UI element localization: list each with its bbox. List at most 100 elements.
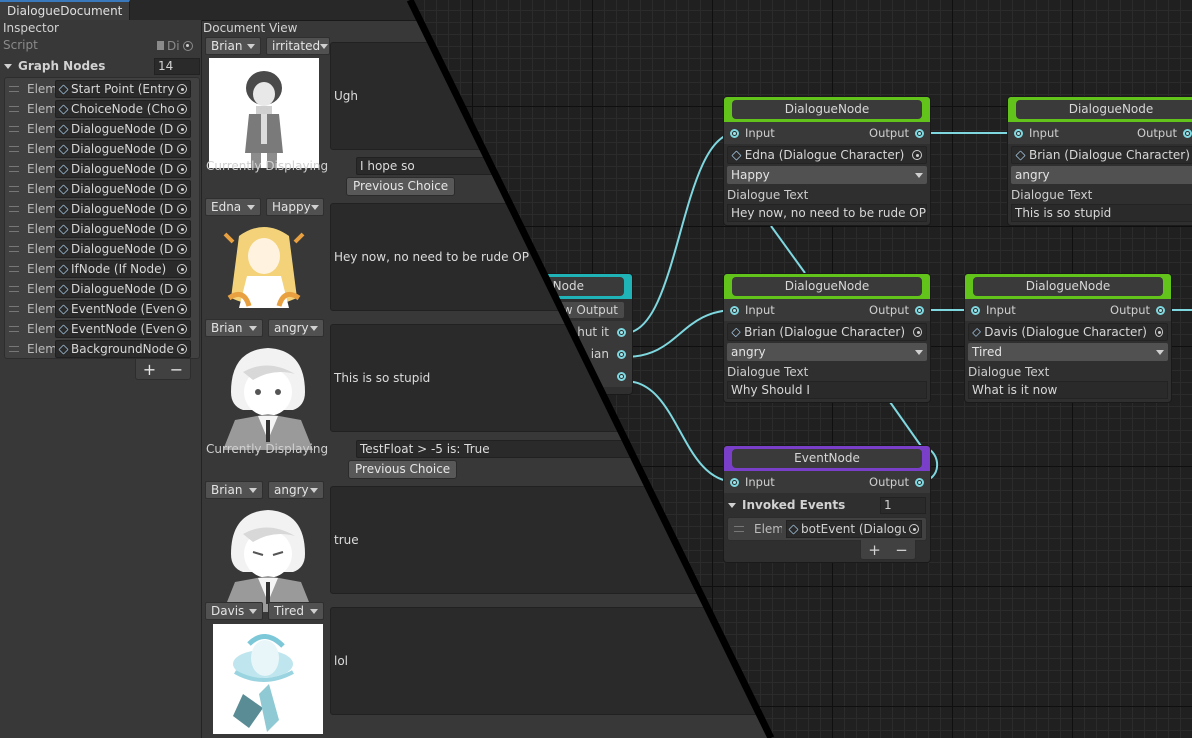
node-object-field[interactable]: ChoiceNode (Cho — [55, 100, 191, 118]
node-object-field[interactable]: DialogueNode (Di — [55, 220, 191, 238]
character-field[interactable]: Brian (Dialogue Character) — [1011, 146, 1192, 164]
object-picker-icon[interactable] — [177, 344, 187, 354]
drag-handle-icon[interactable] — [9, 166, 19, 172]
add-element-button[interactable]: + — [143, 360, 156, 379]
node-object-field[interactable]: DialogueNode (Di — [55, 200, 191, 218]
node-object-field[interactable]: BackgroundNode — [55, 340, 191, 358]
character-dropdown[interactable]: Davis — [205, 602, 263, 620]
drag-handle-icon[interactable] — [9, 86, 19, 92]
node-object-field[interactable]: DialogueNode (Di — [55, 180, 191, 198]
graph-nodes-header[interactable]: Graph Nodes 14 — [4, 57, 200, 75]
character-dropdown[interactable]: Brian — [205, 319, 263, 337]
mood-dropdown[interactable]: angry — [727, 343, 927, 361]
invoked-events-count[interactable]: 1 — [880, 496, 926, 514]
choice-new-output-button[interactable]: w Output — [556, 302, 624, 318]
character-field[interactable]: Brian (Dialogue Character) — [727, 323, 927, 341]
previous-choice-button[interactable]: Previous Choice — [346, 177, 456, 196]
script-field[interactable]: Di — [157, 37, 199, 54]
character-dropdown[interactable]: Edna — [205, 198, 261, 216]
dialogue-node-brian-top[interactable]: DialogueNode Input Output Brian (Dialogu… — [1008, 97, 1192, 225]
drag-handle-icon[interactable] — [9, 186, 19, 192]
choice-output-port[interactable] — [617, 371, 626, 381]
input-port[interactable] — [730, 477, 739, 487]
output-port[interactable] — [1183, 128, 1192, 138]
drag-handle-icon[interactable] — [9, 146, 19, 152]
mood-dropdown[interactable]: angry — [268, 481, 324, 499]
character-field[interactable]: Davis (Dialogue Character) — [968, 323, 1168, 341]
object-picker-icon[interactable] — [177, 284, 187, 294]
dialogue-node-davis[interactable]: DialogueNode Input Output Davis (Dialogu… — [965, 274, 1171, 402]
drag-handle-icon[interactable] — [9, 126, 19, 132]
choice-output-port[interactable] — [617, 327, 626, 337]
mood-dropdown[interactable]: angry — [268, 319, 324, 337]
drag-handle-icon[interactable] — [9, 206, 19, 212]
input-port[interactable] — [730, 128, 739, 138]
foldout-arrow-icon[interactable] — [728, 502, 736, 508]
object-picker-icon[interactable] — [909, 524, 919, 534]
drag-handle-icon[interactable] — [9, 346, 19, 352]
node-object-field[interactable]: DialogueNode (Di — [55, 240, 191, 258]
drag-handle-icon[interactable] — [734, 526, 744, 532]
object-picker-icon[interactable] — [177, 184, 187, 194]
object-picker-icon[interactable] — [177, 84, 187, 94]
output-port[interactable] — [915, 128, 924, 138]
drag-handle-icon[interactable] — [9, 246, 19, 252]
mood-dropdown[interactable]: Tired — [268, 602, 324, 620]
drag-handle-icon[interactable] — [9, 106, 19, 112]
node-object-field[interactable]: EventNode (Event — [55, 300, 191, 318]
object-picker-icon[interactable] — [1154, 327, 1163, 337]
character-dropdown[interactable]: Brian — [205, 481, 263, 499]
output-port[interactable] — [915, 477, 924, 487]
drag-handle-icon[interactable] — [9, 266, 19, 272]
drag-handle-icon[interactable] — [9, 226, 19, 232]
object-picker-icon[interactable] — [913, 327, 922, 337]
character-dropdown[interactable]: Brian — [205, 37, 261, 55]
remove-element-button[interactable]: − — [170, 360, 183, 379]
output-port[interactable] — [915, 305, 924, 315]
object-picker-icon[interactable] — [177, 264, 187, 274]
object-picker-icon[interactable] — [177, 204, 187, 214]
dialogue-text-input[interactable]: Hey now, no need to be rude OP — [727, 204, 927, 222]
dialogue-text-input[interactable]: Why Should I — [727, 381, 927, 399]
node-object-field[interactable]: DialogueNode (Di — [55, 120, 191, 138]
output-port[interactable] — [1156, 305, 1165, 315]
drag-handle-icon[interactable] — [9, 286, 19, 292]
remove-event-button[interactable]: − — [895, 541, 908, 559]
mood-dropdown[interactable]: Tired — [968, 343, 1168, 361]
object-picker-icon[interactable] — [177, 304, 187, 314]
invoked-events-header[interactable]: Invoked Events 1 — [724, 493, 930, 517]
event-node[interactable]: EventNode Input Output Invoked Events 1 … — [724, 446, 930, 562]
graph-nodes-count[interactable]: 14 — [154, 57, 200, 75]
mood-dropdown[interactable]: angry — [1011, 166, 1192, 184]
add-event-button[interactable]: + — [868, 541, 881, 559]
choice-output-port[interactable] — [617, 349, 626, 359]
dialogue-text-input[interactable]: What is it now — [968, 381, 1168, 399]
object-picker-icon[interactable] — [182, 40, 193, 51]
input-port[interactable] — [1014, 128, 1023, 138]
mood-dropdown[interactable]: Happy — [266, 198, 324, 216]
object-picker-icon[interactable] — [177, 104, 187, 114]
node-object-field[interactable]: DialogueNode (Di — [55, 160, 191, 178]
object-picker-icon[interactable] — [912, 150, 922, 160]
dialogue-text-input[interactable]: This is so stupid — [1011, 204, 1192, 222]
input-port[interactable] — [971, 305, 980, 315]
previous-choice-button[interactable]: Previous Choice — [348, 460, 458, 479]
mood-dropdown[interactable]: Happy — [727, 166, 927, 184]
object-picker-icon[interactable] — [177, 164, 187, 174]
object-picker-icon[interactable] — [177, 244, 187, 254]
window-tab-dialogue-document[interactable]: DialogueDocument — [0, 0, 130, 21]
node-object-field[interactable]: EventNode (Event — [55, 320, 191, 338]
node-object-field[interactable]: DialogueNode (Di — [55, 280, 191, 298]
node-object-field[interactable]: DialogueNode (Di — [55, 140, 191, 158]
object-picker-icon[interactable] — [177, 144, 187, 154]
object-picker-icon[interactable] — [177, 124, 187, 134]
dialogue-node-edna[interactable]: DialogueNode Input Output Edna (Dialogue… — [724, 97, 930, 225]
object-picker-icon[interactable] — [177, 324, 187, 334]
mood-dropdown[interactable]: irritated — [266, 37, 330, 55]
drag-handle-icon[interactable] — [9, 326, 19, 332]
dialogue-node-brian-mid[interactable]: DialogueNode Input Output Brian (Dialogu… — [724, 274, 930, 402]
node-object-field[interactable]: Start Point (Entry I — [55, 80, 191, 98]
node-object-field[interactable]: IfNode (If Node) — [55, 260, 191, 278]
foldout-arrow-icon[interactable] — [4, 63, 12, 69]
drag-handle-icon[interactable] — [9, 306, 19, 312]
